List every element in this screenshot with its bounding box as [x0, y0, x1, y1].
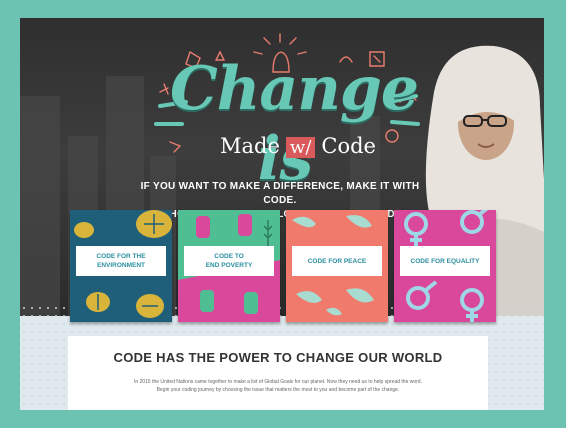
website-screenshot: Change is Made w/Code IF YOU WANT TO MAKE…: [20, 18, 544, 410]
title-made: Made: [220, 134, 280, 158]
hero-title: Change is: [170, 54, 419, 194]
title-code: Code: [321, 134, 376, 158]
card-poverty[interactable]: CODE TO END POVERTY: [178, 210, 280, 322]
mission-body: In 2015 the United Nations came together…: [108, 378, 448, 394]
city-background: [20, 96, 60, 316]
mission-heading: CODE HAS THE POWER TO CHANGE OUR WORLD: [113, 350, 443, 365]
card-peace-label[interactable]: CODE FOR PEACE: [292, 246, 382, 276]
hero-subtitle: Made w/Code: [220, 134, 376, 158]
card-peace[interactable]: CODE FOR PEACE: [286, 210, 388, 322]
card-label-line-1: CODE FOR EQUALITY: [410, 257, 480, 265]
card-label-line-2: END POVERTY: [205, 262, 253, 269]
card-equality-label[interactable]: CODE FOR EQUALITY: [400, 246, 490, 276]
mission-section: CODE HAS THE POWER TO CHANGE OUR WORLD I…: [68, 336, 488, 410]
mission-body-line-1: In 2015 the United Nations came together…: [134, 379, 422, 385]
mission-body-line-2: Begin your coding journey by choosing th…: [156, 387, 400, 393]
card-label-line-1: CODE FOR THE: [96, 253, 146, 260]
card-label-line-2: ENVIRONMENT: [96, 262, 146, 269]
card-label-line-1: CODE TO: [214, 253, 244, 260]
card-label-line-1: CODE FOR PEACE: [307, 257, 367, 265]
card-equality[interactable]: CODE FOR EQUALITY: [394, 210, 496, 322]
card-poverty-label[interactable]: CODE TO END POVERTY: [184, 246, 274, 276]
tagline-line-1: IF YOU WANT TO MAKE A DIFFERENCE, MAKE I…: [140, 181, 420, 206]
issue-cards: CODE FOR THE ENVIRONMENT CODE TO END POV…: [70, 210, 540, 322]
card-environment-label[interactable]: CODE FOR THE ENVIRONMENT: [76, 246, 166, 276]
title-w-badge: w/: [285, 137, 316, 158]
page-frame: Change is Made w/Code IF YOU WANT TO MAKE…: [0, 0, 566, 428]
card-environment[interactable]: CODE FOR THE ENVIRONMENT: [70, 210, 172, 322]
